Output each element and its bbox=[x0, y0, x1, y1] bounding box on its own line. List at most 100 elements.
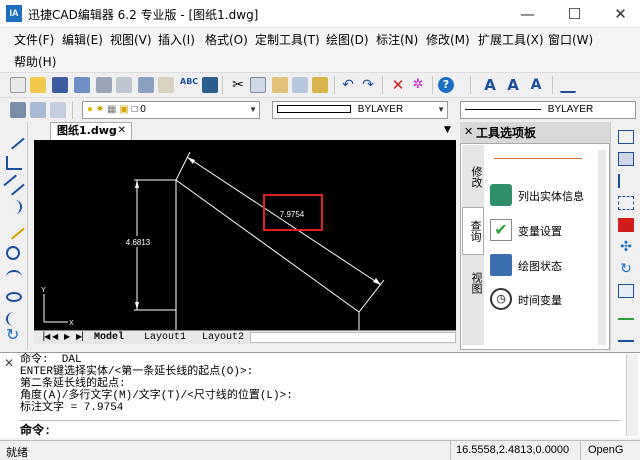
layer-states-icon[interactable] bbox=[50, 102, 66, 118]
last-layout-icon[interactable]: ▶▏ bbox=[76, 332, 88, 342]
save-as-icon[interactable] bbox=[74, 77, 90, 93]
command-close-icon[interactable]: ✕ bbox=[4, 356, 14, 370]
palette-tab-modify[interactable]: 修改 bbox=[462, 151, 484, 203]
arrowhead bbox=[135, 302, 139, 310]
menu-window[interactable]: 窗口(W) bbox=[548, 31, 593, 48]
coordinates-readout: 16.5558,2.4813,0.0000 bbox=[456, 444, 570, 456]
publish-icon[interactable] bbox=[158, 77, 174, 93]
scale-icon[interactable] bbox=[618, 284, 634, 298]
print-icon[interactable] bbox=[96, 77, 112, 93]
drawing-canvas[interactable]: 4.6813 7.9754 Y X bbox=[34, 140, 456, 330]
menu-help[interactable]: 帮助(H) bbox=[14, 53, 56, 70]
maximize-button[interactable]: ☐ bbox=[552, 0, 597, 28]
palette-item-variable-settings[interactable]: ✔ 变量设置 bbox=[488, 215, 606, 245]
close-tab-icon[interactable]: ✕ bbox=[118, 123, 126, 139]
trim-icon[interactable] bbox=[618, 328, 634, 342]
command-scrollbar[interactable] bbox=[626, 354, 638, 436]
layer-dropdown[interactable]: ● ✷ ▦ ▣ □ 0 ▼ bbox=[82, 101, 260, 119]
lightbulb-icon: ● bbox=[87, 104, 94, 115]
menu-edit[interactable]: 编辑(E) bbox=[62, 31, 103, 48]
title-bar: IA 迅捷CAD编辑器 6.2 专业版 - [图纸1.dwg] — ☐ ✕ bbox=[0, 0, 640, 28]
line-icon[interactable] bbox=[3, 128, 25, 150]
stretch-icon[interactable] bbox=[618, 306, 634, 320]
minimize-button[interactable]: — bbox=[505, 0, 550, 28]
multiline-icon[interactable] bbox=[3, 174, 25, 196]
open-folder-icon[interactable] bbox=[30, 77, 46, 93]
revision-cloud-icon[interactable]: ↻ bbox=[6, 327, 22, 343]
erase-all-icon[interactable]: ✲ bbox=[410, 77, 426, 93]
mirror-icon[interactable] bbox=[618, 174, 634, 188]
erase-icon[interactable] bbox=[618, 130, 634, 144]
cut-icon[interactable]: ✂ bbox=[230, 77, 246, 93]
prev-layout-icon[interactable]: ◀ bbox=[52, 332, 58, 342]
layer-manager-icon[interactable] bbox=[10, 102, 26, 118]
palette-item-time-variable[interactable]: ◷ 时间变量 bbox=[488, 284, 606, 314]
single-text-icon[interactable]: A bbox=[505, 77, 521, 93]
palette-scrollbar[interactable] bbox=[598, 150, 606, 345]
save-icon[interactable] bbox=[52, 77, 68, 93]
print-preview-icon[interactable] bbox=[116, 77, 132, 93]
menu-modify[interactable]: 修改(M) bbox=[426, 31, 470, 48]
spline-icon[interactable] bbox=[6, 200, 22, 214]
undo-icon[interactable]: ↶ bbox=[340, 77, 356, 93]
document-tab[interactable]: 图纸1.dwg ✕ bbox=[50, 122, 132, 140]
command-input[interactable]: 命令: bbox=[20, 420, 620, 438]
copy-special-icon[interactable] bbox=[292, 77, 308, 93]
rotate-icon[interactable]: ↻ bbox=[618, 262, 634, 276]
menu-dimension[interactable]: 标注(N) bbox=[376, 31, 418, 48]
offset-icon[interactable] bbox=[618, 196, 634, 210]
menu-insert[interactable]: 插入(I) bbox=[158, 31, 195, 48]
array-icon[interactable] bbox=[618, 218, 634, 232]
match-properties-icon[interactable] bbox=[312, 77, 328, 93]
menu-file[interactable]: 文件(F) bbox=[14, 31, 54, 48]
layer-previous-icon[interactable] bbox=[30, 102, 46, 118]
history-line: 角度(A)/多行文字(M)/文字(T)/<尺寸线的位置(L)>: bbox=[20, 390, 293, 402]
linetype-dropdown[interactable]: BYLAYER bbox=[460, 101, 636, 119]
text-style-icon[interactable]: A bbox=[482, 77, 498, 93]
menu-extend-tools[interactable]: 扩展工具(X) bbox=[478, 31, 544, 48]
close-button[interactable]: ✕ bbox=[598, 0, 640, 28]
tab-model[interactable]: Model bbox=[94, 332, 124, 343]
linetype-value: BYLAYER bbox=[547, 104, 594, 115]
paste-icon[interactable] bbox=[272, 77, 288, 93]
multiline-text-icon[interactable]: A bbox=[528, 77, 544, 93]
copy-icon[interactable] bbox=[250, 77, 266, 93]
palette-close-icon[interactable]: ✕ bbox=[464, 125, 473, 138]
new-file-icon[interactable] bbox=[10, 77, 26, 93]
redo-icon[interactable]: ↷ bbox=[360, 77, 376, 93]
palette-item-list-entity[interactable]: 列出实体信息 bbox=[488, 180, 606, 210]
tab-layout1[interactable]: Layout1 bbox=[144, 332, 186, 343]
horizontal-scrollbar[interactable] bbox=[250, 332, 456, 343]
app-icon: IA bbox=[6, 5, 22, 22]
next-layout-icon[interactable]: ▶ bbox=[64, 332, 70, 342]
menu-format[interactable]: 格式(O) bbox=[205, 31, 248, 48]
ellipse-icon[interactable] bbox=[6, 292, 22, 302]
palette-tab-query[interactable]: 查询 bbox=[462, 207, 484, 255]
spell-check-icon[interactable]: ABC bbox=[180, 77, 198, 93]
palette-tab-view[interactable]: 视图 bbox=[462, 259, 484, 307]
binoculars-icon[interactable] bbox=[202, 77, 218, 93]
circle-icon[interactable] bbox=[6, 246, 20, 260]
ucs-x-label: X bbox=[69, 320, 74, 327]
delete-icon[interactable]: ✕ bbox=[390, 77, 406, 93]
dimension-style-icon[interactable] bbox=[560, 77, 576, 93]
tab-layout2[interactable]: Layout2 bbox=[202, 332, 244, 343]
ellipse-arc-icon[interactable] bbox=[6, 312, 22, 326]
polyline-icon[interactable] bbox=[6, 156, 22, 170]
menu-draw[interactable]: 绘图(D) bbox=[326, 31, 369, 48]
help-icon[interactable]: ? bbox=[438, 77, 454, 93]
move-icon[interactable]: ✣ bbox=[618, 240, 634, 254]
vertical-dimension-text: 4.6813 bbox=[126, 238, 151, 247]
palette-item-drawing-status[interactable]: 绘图状态 bbox=[488, 250, 606, 280]
renderer-indicator[interactable]: OpenG bbox=[588, 444, 623, 456]
arc-icon[interactable] bbox=[6, 270, 22, 284]
color-dropdown[interactable]: BYLAYER ▼ bbox=[272, 101, 448, 119]
toolbar-separator bbox=[334, 76, 335, 94]
find-icon[interactable] bbox=[138, 77, 154, 93]
menu-custom-tools[interactable]: 定制工具(T) bbox=[255, 31, 320, 48]
first-layout-icon[interactable]: ▕◀ bbox=[38, 332, 50, 342]
tabs-collapse-icon[interactable]: ▼ bbox=[444, 125, 451, 135]
menu-view[interactable]: 视图(V) bbox=[110, 31, 152, 48]
sketch-icon[interactable] bbox=[3, 218, 25, 240]
copy-object-icon[interactable] bbox=[618, 152, 634, 166]
